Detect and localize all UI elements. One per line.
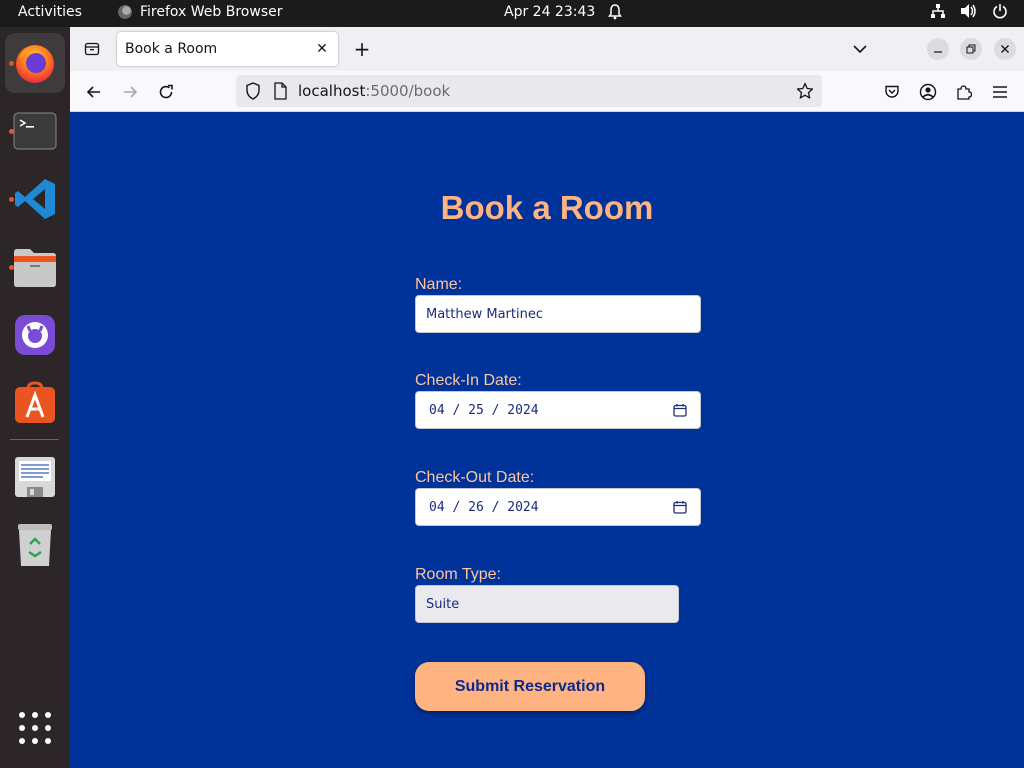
restore-window-button[interactable] — [960, 38, 982, 60]
calendar-icon[interactable] — [673, 403, 687, 421]
address-bar[interactable]: localhost:5000/book — [236, 75, 822, 107]
browser-navigation-bar: localhost:5000/book — [70, 71, 1024, 112]
page-title: Book a Room — [440, 189, 654, 226]
url-path: :5000/book — [365, 82, 451, 100]
name-label: Name: — [415, 276, 463, 293]
room-type-label: Room Type: — [415, 566, 501, 583]
running-indicator — [9, 129, 14, 134]
url-host: localhost — [298, 82, 366, 100]
running-indicator — [9, 265, 14, 270]
back-arrow-icon[interactable] — [80, 78, 108, 106]
room-type-select[interactable]: Suite — [415, 585, 679, 623]
vscode-icon — [15, 179, 55, 219]
dock-separator — [10, 439, 59, 440]
system-top-bar: Activities Firefox Web Browser Apr 24 23… — [0, 0, 1024, 27]
system-tray[interactable] — [930, 3, 1008, 19]
dock-trash[interactable] — [5, 515, 65, 575]
forward-arrow-icon[interactable] — [116, 78, 144, 106]
account-icon[interactable] — [914, 78, 942, 106]
url-text[interactable]: localhost:5000/book — [298, 82, 450, 100]
dock-files[interactable] — [5, 237, 65, 297]
reload-icon[interactable] — [152, 78, 180, 106]
list-all-tabs-chevron-icon[interactable] — [853, 39, 867, 58]
text-editor-icon — [15, 457, 55, 497]
running-indicator — [9, 197, 14, 202]
firefox-icon — [16, 45, 54, 83]
show-applications-button[interactable] — [19, 712, 51, 744]
clock[interactable]: Apr 24 23:43 — [504, 4, 595, 20]
room-type-selected-value: Suite — [426, 596, 460, 612]
power-icon[interactable] — [992, 3, 1008, 19]
web-page-content: Book a Room Name: Matthew Martinec Check… — [70, 112, 1024, 768]
extensions-puzzle-icon[interactable] — [950, 78, 978, 106]
app-center-icon — [15, 381, 55, 423]
page-info-icon[interactable] — [273, 82, 287, 104]
new-tab-button[interactable]: + — [349, 36, 375, 62]
dock-text-editor[interactable] — [5, 447, 65, 507]
dock — [0, 27, 70, 768]
trash-icon — [18, 524, 52, 566]
github-icon — [15, 315, 55, 355]
submit-reservation-button[interactable]: Submit Reservation — [415, 662, 645, 711]
tab-close-icon[interactable]: ✕ — [313, 40, 331, 58]
volume-icon[interactable] — [960, 3, 978, 19]
firefox-view-icon[interactable] — [78, 35, 106, 63]
name-input-value: Matthew Martinec — [426, 306, 543, 322]
tracking-protection-shield-icon[interactable] — [245, 82, 261, 104]
files-icon — [14, 249, 56, 287]
hamburger-menu-icon[interactable] — [986, 78, 1014, 106]
notification-bell-icon[interactable] — [608, 4, 622, 24]
bookmark-star-icon[interactable] — [796, 82, 814, 104]
running-indicator — [9, 61, 14, 66]
checkin-date-input[interactable]: 04 / 25 / 2024 — [415, 391, 701, 429]
dock-vscode[interactable] — [5, 169, 65, 229]
close-window-button[interactable] — [994, 38, 1016, 60]
calendar-icon[interactable] — [673, 500, 687, 518]
browser-tab-bar: Book a Room ✕ + — [70, 27, 1024, 71]
firefox-mini-icon — [118, 5, 132, 19]
dock-terminal[interactable] — [5, 101, 65, 161]
browser-tab-active[interactable]: Book a Room ✕ — [117, 32, 338, 66]
checkin-date-label: Check-In Date: — [415, 372, 522, 389]
dock-firefox[interactable] — [5, 33, 65, 93]
checkout-date-input[interactable]: 04 / 26 / 2024 — [415, 488, 701, 526]
name-input[interactable]: Matthew Martinec — [415, 295, 701, 333]
dock-app-center[interactable] — [5, 373, 65, 433]
network-icon[interactable] — [930, 3, 946, 19]
activities-button[interactable]: Activities — [18, 4, 82, 20]
checkin-date-value: 04 / 25 / 2024 — [429, 402, 539, 418]
checkout-date-label: Check-Out Date: — [415, 469, 535, 486]
minimize-window-button[interactable] — [927, 38, 949, 60]
terminal-icon — [13, 112, 57, 150]
dock-github-desktop[interactable] — [5, 305, 65, 365]
pocket-icon[interactable] — [878, 78, 906, 106]
app-menu-label: Firefox Web Browser — [140, 4, 283, 20]
app-menu[interactable]: Firefox Web Browser — [118, 4, 283, 20]
tab-title: Book a Room — [125, 41, 218, 57]
checkout-date-value: 04 / 26 / 2024 — [429, 499, 539, 515]
